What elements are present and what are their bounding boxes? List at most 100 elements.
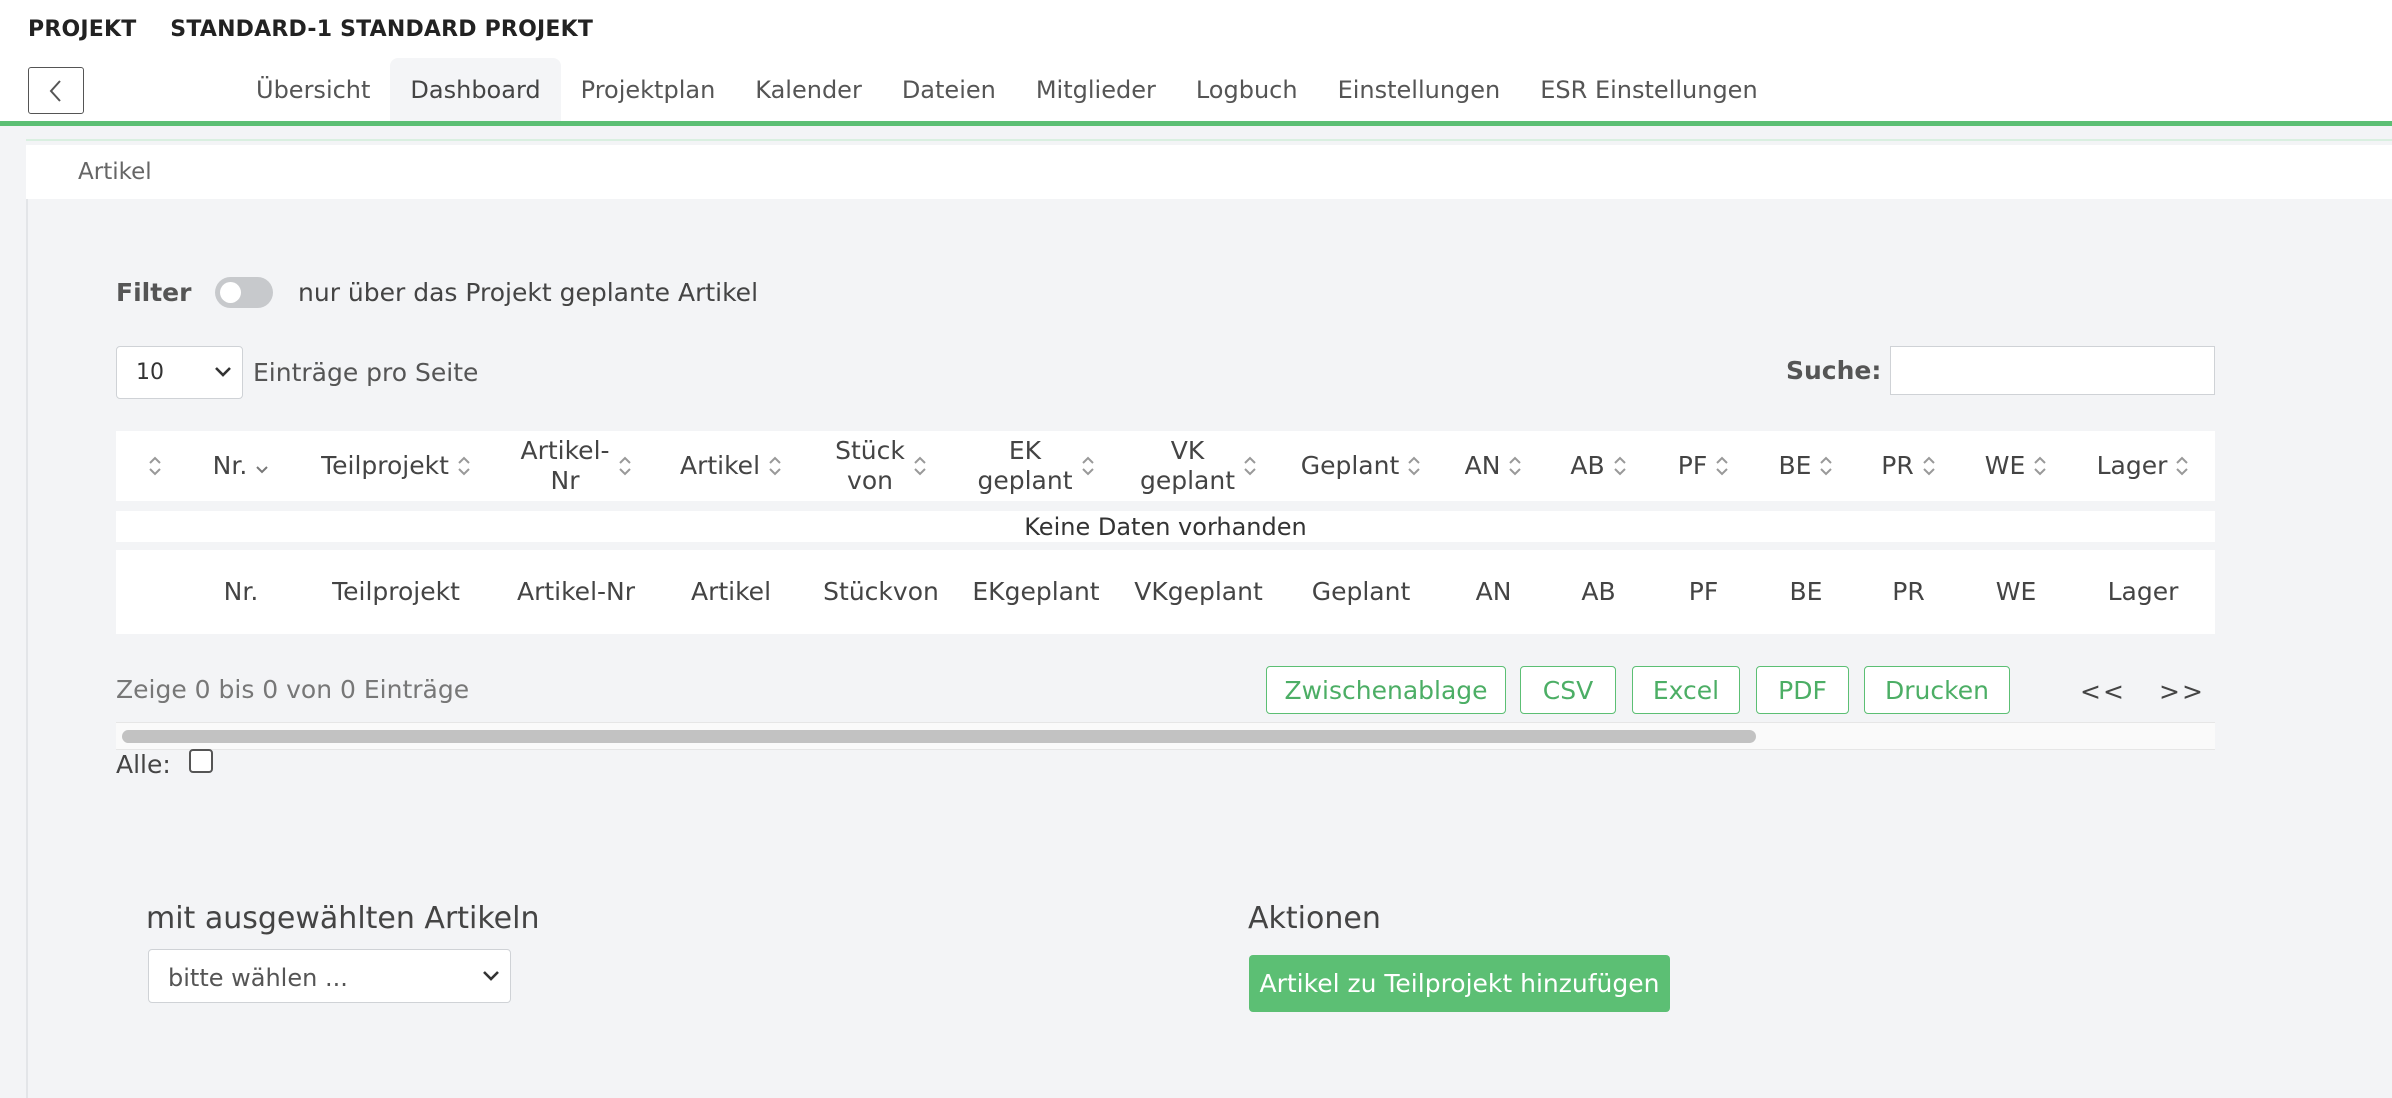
csv-button[interactable]: CSV [1520,666,1616,714]
column-header-teilprojekt[interactable]: Teilprojekt [296,431,496,501]
footer-cell: Nr. [223,577,259,606]
sort-icon [1716,456,1728,476]
column-header-label: Nr. [212,451,248,480]
footer-cell: BE [1789,577,1823,606]
column-header-we[interactable]: WE [1961,431,2071,501]
column-header-artikel-nr[interactable]: Artikel- Nr [496,431,656,501]
column-header-be[interactable]: BE [1756,431,1856,501]
column-header-line2: von [847,466,893,495]
sort-icon [914,456,926,476]
print-button[interactable]: Drucken [1864,666,2010,714]
tab-uebersicht[interactable]: Übersicht [236,58,390,121]
column-header-label: Lager [2096,451,2168,480]
footer-cell: Teilprojekt [332,577,460,606]
chevron-down-icon [483,971,499,981]
clipboard-button[interactable]: Zwischenablage [1266,666,1506,714]
sort-icon [1820,456,1833,476]
sort-desc-icon [256,466,269,474]
column-header-stueck-von[interactable]: Stück von [806,431,956,501]
filter-label: Filter [116,278,192,307]
column-header-line1: VK [1170,436,1205,465]
sub-divider [0,126,2392,145]
column-header-vk-geplant[interactable]: VK geplant [1116,431,1281,501]
column-header-select[interactable] [116,431,186,501]
footer-cell: VK geplant [1116,550,1281,634]
column-header-label: PF [1677,451,1708,480]
footer-line1: Artikel- [516,577,607,606]
column-header-label: Teilprojekt [321,451,449,480]
chevron-left-icon [49,79,61,102]
back-button[interactable] [28,67,84,114]
select-all-checkbox[interactable] [189,749,213,773]
bulk-action-select[interactable]: bitte wählen ... [148,949,511,1003]
sort-icon [1244,456,1256,476]
column-header-lager[interactable]: Lager [2071,431,2215,501]
footer-cell: Geplant [1311,577,1411,606]
footer-cell: AN [1475,577,1512,606]
add-to-subproject-button[interactable]: Artikel zu Teilprojekt hinzufügen [1249,955,1670,1012]
column-header-artikel[interactable]: Artikel [656,431,806,501]
sort-icon [2034,456,2046,476]
table-info: Zeige 0 bis 0 von 0 Einträge [116,675,470,704]
top-bar: PROJEKT STANDARD-1 STANDARD PROJEKT Über… [0,0,2392,125]
sort-icon [1613,456,1626,476]
column-header-line2: geplant [1139,466,1236,495]
horizontal-scrollbar[interactable] [116,722,2215,750]
column-header-an[interactable]: AN [1441,431,1546,501]
actions-title: Aktionen [1248,901,1381,936]
table-footer: Nr. Teilprojekt Artikel- Nr Artikel Stück… [116,550,2215,634]
sort-icon [1081,456,1094,476]
column-header-label: Geplant [1300,451,1400,480]
sort-icon [2176,456,2189,476]
tab-logbuch[interactable]: Logbuch [1176,58,1318,121]
column-header-label: EK geplant [977,436,1072,496]
empty-table-message: Keine Daten vorhanden [116,511,2215,542]
tab-kalender[interactable]: Kalender [735,58,882,121]
breadcrumb: PROJEKT STANDARD-1 STANDARD PROJEKT [28,17,593,42]
column-header-label: BE [1778,451,1812,480]
search-input[interactable] [1890,346,2215,395]
filter-toggle-text: nur über das Projekt geplante Artikel [298,278,759,307]
pager-prev[interactable]: << [2080,677,2126,706]
column-header-ek-geplant[interactable]: EK geplant [956,431,1116,501]
scrollbar-thumb[interactable] [122,730,1756,743]
sort-icon [618,456,631,476]
bulk-select-value: bitte wählen ... [168,964,348,992]
column-header-nr[interactable]: Nr. [186,431,296,501]
section-title: Artikel [78,159,152,185]
tab-einstellungen[interactable]: Einstellungen [1318,58,1521,121]
column-header-geplant[interactable]: Geplant [1281,431,1441,501]
filter-toggle[interactable] [215,277,273,308]
sort-icon [1923,456,1935,476]
tab-dashboard[interactable]: Dashboard [390,58,561,121]
column-header-label: VK geplant [1140,436,1235,496]
column-header-label: AN [1464,451,1501,480]
column-header-label: WE [1984,451,2026,480]
footer-line1: VK [1134,577,1168,606]
chevron-down-icon [215,367,231,377]
footer-line2: geplant [1004,577,1100,606]
sort-icon [458,456,470,476]
pdf-button[interactable]: PDF [1756,666,1849,714]
column-header-line1: Stück [835,436,905,465]
column-header-label: PR [1881,451,1914,480]
tab-mitglieder[interactable]: Mitglieder [1016,58,1176,121]
sort-icon [769,456,781,476]
page-length-select[interactable]: 10 [116,346,243,399]
select-all-label: Alle: [116,750,171,779]
footer-cell: AB [1581,577,1616,606]
column-header-ab[interactable]: AB [1546,431,1651,501]
tab-dateien[interactable]: Dateien [882,58,1016,121]
excel-button[interactable]: Excel [1632,666,1740,714]
footer-line2: von [892,577,939,606]
pager-next[interactable]: >> [2159,677,2205,706]
column-header-line2: Nr [550,466,580,495]
column-header-pf[interactable]: PF [1651,431,1756,501]
column-header-pr[interactable]: PR [1856,431,1961,501]
footer-cell: Lager [2107,577,2179,606]
tab-projektplan[interactable]: Projektplan [561,58,736,121]
footer-cell: Artikel [690,577,772,606]
footer-line2: Nr [606,577,636,606]
bulk-title: mit ausgewählten Artikeln [146,901,540,936]
tab-esr-einstellungen[interactable]: ESR Einstellungen [1520,58,1777,121]
